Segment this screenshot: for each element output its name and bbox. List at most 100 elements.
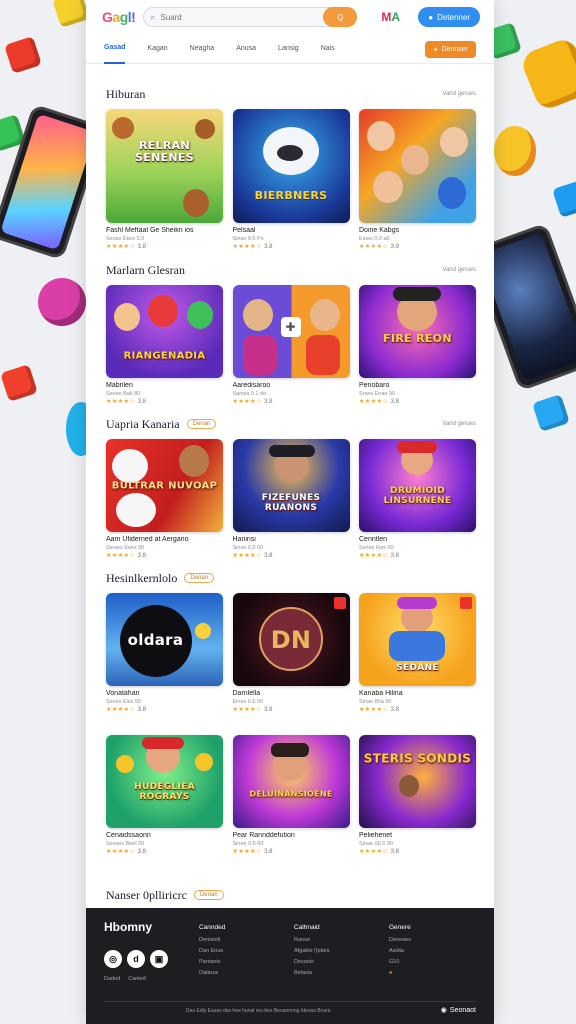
section-more-games: HUDEGLIEA ROGRAYS Cenaidssaonn Sesses Be…: [106, 735, 476, 855]
section-title: Marlarn Glesran: [106, 262, 185, 277]
brand-mark[interactable]: MA: [381, 10, 400, 24]
game-card[interactable]: RELRAN SENENES Fashl Meftaal Ge Sheikn i…: [106, 109, 223, 250]
footer-link[interactable]: G10: [389, 959, 444, 965]
rating-stars: ★★★★☆ 3.8: [106, 553, 146, 559]
game-card[interactable]: DRUMIOID LINSURNENE Cenntlen Ssnes Fiss …: [359, 439, 476, 559]
puzzle-icon: ✚: [280, 317, 301, 337]
account-button[interactable]: ● Detenner: [418, 7, 480, 27]
game-thumbnail[interactable]: BIERBNERS: [232, 109, 350, 223]
footer-link[interactable]: Desanis: [294, 959, 349, 965]
game-thumbnail[interactable]: oldara: [106, 593, 223, 686]
footer-link[interactable]: Denianiti: [199, 937, 254, 943]
thumbnail-title: DN: [270, 625, 312, 654]
search-bar: ⌕ Q: [143, 7, 358, 27]
search-input[interactable]: [160, 12, 291, 22]
game-card[interactable]: FIZEFUNES RUANONS Haninsi Sinse 0.0 60 ★…: [232, 439, 350, 559]
rating-stars: ★★★★☆ 3.8: [106, 849, 146, 855]
footer-link[interactable]: Daded: [104, 976, 120, 982]
footer-link[interactable]: Canied: [128, 976, 145, 982]
view-all-link[interactable]: Vand gerues: [442, 267, 476, 273]
tab-lansig[interactable]: Lansig: [278, 34, 299, 64]
footer-link[interactable]: Deneaes: [389, 937, 444, 943]
user-icon: ●: [428, 12, 434, 22]
game-meta: Eines 0.0 a0: [359, 236, 390, 242]
footer-link[interactable]: Dan Enus: [199, 948, 254, 954]
game-meta: Sinae 80a 90: [359, 699, 392, 705]
game-title: Pelsaal: [232, 227, 256, 234]
language-selector[interactable]: ◉ Seonaot: [441, 1006, 476, 1015]
decor-yellow-button: [494, 126, 536, 176]
footer-small-links: Daded Canied: [104, 976, 146, 982]
game-title: Peliehenet: [359, 832, 393, 839]
tab-neagha[interactable]: Neagha: [190, 34, 215, 64]
game-thumbnail[interactable]: DELUINANSIOENE: [232, 735, 350, 828]
game-meta: Sinse 0.0 60: [232, 545, 264, 551]
store-page: Gagl! ⌕ Q MA ●Detenner Gasad Kagan Neagh…: [86, 0, 494, 1024]
game-thumbnail[interactable]: FIRE REON: [359, 285, 476, 378]
game-thumbnail[interactable]: HUDEGLIEA ROGRAYS: [106, 735, 223, 828]
footer-link[interactable]: Ranse: [294, 937, 349, 943]
game-card[interactable]: FIRE REON Penobaro Srses Enae 90 ★★★★☆ 3…: [359, 285, 476, 405]
top-bar: Gagl! ⌕ Q MA ●Detenner: [86, 0, 494, 34]
rating-stars: ★★★★☆ 3.8: [232, 399, 273, 405]
game-title: Kanaba Hilina: [359, 690, 403, 697]
game-thumbnail[interactable]: [359, 109, 476, 223]
game-card[interactable]: oldara Vonatahan Ssnes Elss 99 ★★★★☆ 3.8: [106, 593, 223, 713]
game-card[interactable]: RIANGENADIA Mabrilen Ssnee Bak 80 ★★★★☆ …: [106, 285, 223, 405]
game-thumbnail[interactable]: STERIS SONDIS: [359, 735, 476, 828]
game-card[interactable]: ✚ Aaredisaroo Sanwa 0.1 do ★★★★☆ 3.8: [232, 285, 350, 405]
game-thumbnail[interactable]: SEDANE: [359, 593, 476, 686]
game-thumbnail[interactable]: DN: [232, 593, 350, 686]
footer-link[interactable]: Afgabie (Ipbes: [294, 948, 349, 954]
footer-link[interactable]: Pantanis: [199, 959, 254, 965]
thumbnail-title: DELUINANSIOENE: [249, 789, 333, 799]
game-card[interactable]: DELUINANSIOENE Pear Rannddefution Sinee …: [232, 735, 350, 855]
social-box-icon[interactable]: ▣: [150, 950, 168, 968]
section-title: Nanser 0plliricrc: [106, 887, 187, 902]
tab-anusa[interactable]: Anusa: [236, 34, 256, 64]
social-d-icon[interactable]: d: [127, 950, 145, 968]
tabs-action-button[interactable]: ✦ Dennser: [424, 41, 476, 58]
search-button[interactable]: Q: [323, 7, 358, 27]
tab-gasad[interactable]: Gasad: [104, 34, 126, 64]
game-meta: Seuss Ekes 5.9: [106, 236, 145, 242]
game-card[interactable]: HUDEGLIEA ROGRAYS Cenaidssaonn Sesses Be…: [106, 735, 223, 855]
rating-stars: ★★★★☆ 3.8: [106, 707, 146, 713]
thumbnail-title: HUDEGLIEA ROGRAYS: [134, 781, 195, 802]
game-thumbnail[interactable]: DRUMIOID LINSURNENE: [359, 439, 476, 532]
game-thumbnail[interactable]: ✚: [232, 285, 350, 378]
footer-link[interactable]: Datarus: [199, 970, 254, 976]
game-thumbnail[interactable]: RELRAN SENENES: [106, 109, 223, 223]
game-card[interactable]: BULTRAR NUVOAP Aam Ufiderned at Aergario…: [106, 439, 223, 559]
game-card[interactable]: DN Darnlella Eines 0.6 90 ★★★★☆ 3.8: [232, 593, 350, 713]
footer-link[interactable]: ●: [389, 970, 444, 976]
game-thumbnail[interactable]: RIANGENADIA: [106, 285, 223, 378]
rating-stars: ★★★★☆ 3.9: [359, 244, 399, 250]
game-thumbnail[interactable]: FIZEFUNES RUANONS: [232, 439, 350, 532]
section-title: Hiburan: [106, 86, 146, 101]
thumbnail-title: BULTRAR NUVOAP: [111, 480, 218, 491]
game-card[interactable]: SEDANE Kanaba Hilina Sinae 80a 90 ★★★★☆ …: [359, 593, 476, 713]
game-card[interactable]: BIERBNERS Pelsaal Sinse 0.6 Po ★★★★☆ 3.8: [232, 109, 350, 250]
game-thumbnail[interactable]: BULTRAR NUVOAP: [106, 439, 223, 532]
footer-divider: [104, 1001, 476, 1002]
thumbnail-title: RELRAN SENENES: [135, 139, 194, 165]
game-title: Doine Kabgs: [359, 227, 400, 234]
decor-blue-cube-2: [532, 394, 570, 432]
tab-nais[interactable]: Nais: [321, 34, 335, 64]
site-logo[interactable]: Gagl!: [102, 9, 136, 25]
social-pinwheel-icon[interactable]: ◎: [104, 950, 122, 968]
decor-yellow-cube: [52, 0, 90, 28]
footer: Hbomny Cannded Denianiti Dan Enus Pantan…: [86, 908, 494, 1024]
tab-kagan[interactable]: Kagan: [147, 34, 167, 64]
view-all-link[interactable]: Vand gerues: [442, 91, 476, 97]
rating-stars: ★★★★☆ 3.8: [232, 553, 273, 559]
section-marlarn: Marlarn Glesran Vand gerues RIANGENADIA …: [106, 260, 476, 405]
game-card[interactable]: STERIS SONDIS Peliehenet Sinae 00.6 90 ★…: [359, 735, 476, 855]
thumbnail-title: oldara: [127, 630, 184, 649]
view-all-link[interactable]: Vand gerues: [442, 421, 476, 427]
game-card[interactable]: Doine Kabgs Eines 0.0 a0 ★★★★☆ 3.9: [359, 109, 476, 250]
game-title: Pear Rannddefution: [232, 832, 295, 839]
footer-link[interactable]: Belasia: [294, 970, 349, 976]
footer-link[interactable]: Asidia: [389, 948, 444, 954]
